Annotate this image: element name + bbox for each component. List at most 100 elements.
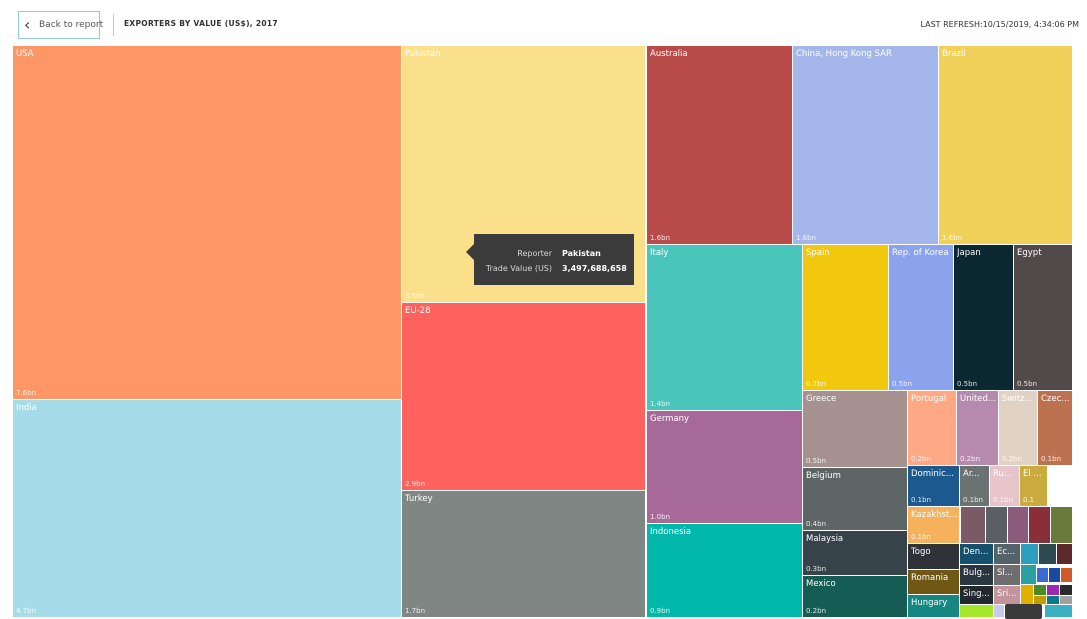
tile-label: USA [16, 49, 34, 59]
treemap-tile-eu-28[interactable]: EU-28 2.9bn [402, 303, 645, 490]
tile-label: Brazil [942, 49, 966, 59]
scroll-handle[interactable] [1005, 604, 1042, 619]
treemap-tile-belgium[interactable]: Belgium 0.4bn [803, 468, 907, 530]
tile-label: Australia [650, 49, 688, 59]
treemap-tile-togo[interactable]: Togo [908, 544, 959, 569]
treemap-tile-australia[interactable]: Australia 1.6bn [647, 46, 792, 244]
tile-value: 0.1 [1023, 496, 1035, 504]
tile-label: Rep. of Korea [892, 248, 949, 258]
tile-label: Sl... [997, 568, 1013, 578]
tile-label: Malaysia [806, 534, 844, 544]
tile-value: 0.5bn [957, 380, 978, 388]
treemap-tile-small[interactable] [1034, 596, 1046, 604]
treemap-tile-kazakhst[interactable]: Kazakhst... 0.1bn [908, 507, 959, 543]
treemap-tile-small[interactable] [1029, 507, 1050, 543]
treemap-tile-small[interactable] [1021, 565, 1036, 584]
tile-label: Sing... [963, 589, 990, 599]
treemap-tile-small[interactable] [960, 605, 993, 617]
tile-value: 0.4bn [806, 520, 827, 528]
treemap-tile-portugal[interactable]: Portugal 0.2bn [908, 391, 956, 465]
tile-label: Romania [911, 573, 949, 583]
data-tooltip: Reporter Pakistan Trade Value (US) 3,497… [466, 234, 634, 285]
treemap-tile-brazil[interactable]: Brazil 1.6bn [939, 46, 1072, 244]
treemap-tile-small[interactable] [1047, 596, 1059, 604]
tile-label: Japan [957, 248, 981, 258]
treemap-tile-india[interactable]: India 4.7bn [13, 400, 401, 617]
tooltip-trade-label: Trade Value (US) [485, 264, 552, 273]
tile-value: 1.7bn [405, 607, 426, 615]
treemap-tile-greece[interactable]: Greece 0.5bn [803, 391, 907, 467]
treemap-tile-small[interactable] [1061, 568, 1072, 582]
treemap-tile-mexico[interactable]: Mexico 0.2bn [803, 576, 907, 617]
treemap-tile-small[interactable] [1060, 596, 1072, 604]
treemap-tile-malaysia[interactable]: Malaysia 0.3bn [803, 531, 907, 575]
treemap-tile-china-hong-kong-sar[interactable]: China, Hong Kong SAR 1.6bn [793, 46, 938, 244]
tile-label: Pakistan [405, 49, 441, 59]
treemap-tile-sl[interactable]: Sl... [994, 565, 1020, 585]
tile-label: Togo [911, 547, 931, 557]
treemap-tile-germany[interactable]: Germany 1.0bn [647, 411, 802, 523]
treemap-tile-united[interactable]: United... 0.2bn [957, 391, 998, 465]
treemap-tile-small[interactable] [1060, 585, 1072, 595]
tile-label: Dominic... [911, 469, 954, 479]
tile-label: United... [960, 394, 996, 404]
treemap-tile-el[interactable]: El ... 0.1 [1020, 466, 1047, 506]
treemap-tile-indonesia[interactable]: Indonesia 0.9bn [647, 524, 802, 617]
treemap-tile-den[interactable]: Den... [960, 544, 993, 564]
treemap-tile-small[interactable] [1045, 605, 1072, 617]
tile-label: China, Hong Kong SAR [796, 49, 892, 59]
tile-value: 0.1bn [911, 533, 932, 541]
treemap-tile-small[interactable] [1021, 544, 1038, 564]
treemap-tile-small[interactable] [961, 507, 985, 543]
tile-label: Hungary [911, 598, 948, 608]
treemap-tile-small[interactable] [986, 507, 1007, 543]
treemap-tile-usa[interactable]: USA 7.6bn [13, 46, 401, 399]
tile-label: Den... [963, 547, 989, 557]
tile-value: 0.1bn [993, 496, 1014, 504]
treemap-tile-bulg[interactable]: Bulg... [960, 565, 993, 585]
tile-value: 0.3bn [806, 565, 827, 573]
tile-value: 3.5bn [405, 292, 426, 300]
treemap-tile-turkey[interactable]: Turkey 1.7bn [402, 491, 645, 617]
treemap-tile-italy[interactable]: Italy 1.4bn [647, 245, 802, 410]
treemap-tile-hungary[interactable]: Hungary [908, 595, 959, 617]
treemap-tile-dominic[interactable]: Dominic... 0.1bn [908, 466, 959, 506]
tile-label: Bulg... [963, 568, 991, 578]
treemap-tile-ru[interactable]: Ru... 0.1bn [990, 466, 1019, 506]
treemap-tile-small[interactable] [1021, 585, 1033, 604]
tooltip-reporter-value: Pakistan [562, 249, 601, 258]
tile-value: 1.6bn [796, 234, 817, 242]
treemap-tile-ec[interactable]: Ec... [994, 544, 1020, 564]
treemap-tile-ar[interactable]: Ar... 0.1bn [960, 466, 989, 506]
tile-value: 0.2bn [806, 607, 827, 615]
treemap-tile-small[interactable] [1037, 568, 1048, 582]
tile-label: Portugal [911, 394, 947, 404]
treemap-tile-small[interactable] [1051, 507, 1072, 543]
treemap-tile-czec[interactable]: Czec... 0.1bn [1038, 391, 1072, 465]
tile-label: Italy [650, 248, 669, 258]
treemap-tile-japan[interactable]: Japan 0.5bn [954, 245, 1013, 390]
treemap-tile-switz[interactable]: Switz... 0.2bn [999, 391, 1037, 465]
tile-value: 1.6bn [650, 234, 671, 242]
treemap-tile-spain[interactable]: Spain 0.7bn [803, 245, 888, 390]
tile-label: Kazakhst... [911, 510, 957, 520]
tile-label: Turkey [405, 494, 433, 504]
tile-label: EU-28 [405, 306, 431, 316]
treemap-tile-rep-of-korea[interactable]: Rep. of Korea 0.5bn [889, 245, 953, 390]
treemap-tile-small[interactable] [994, 605, 1004, 617]
exporters-treemap: USA 7.6bn India 4.7bn Pakistan 3.5bn EU-28 2.9b… [0, 0, 1087, 619]
tile-value: 1.0bn [650, 513, 671, 521]
treemap-tile-small[interactable] [1039, 544, 1056, 564]
treemap-tile-small[interactable] [1008, 507, 1028, 543]
tile-value: 0.5bn [1017, 380, 1038, 388]
treemap-tile-sri[interactable]: Sri... [994, 586, 1020, 604]
treemap-tile-small[interactable] [1057, 544, 1072, 564]
treemap-tile-small[interactable] [1049, 568, 1060, 582]
tile-label: Ar... [963, 469, 980, 479]
treemap-tile-small[interactable] [1034, 585, 1046, 595]
treemap-tile-romania[interactable]: Romania [908, 570, 959, 594]
treemap-tile-sing[interactable]: Sing... [960, 586, 993, 604]
treemap-tile-small[interactable] [1047, 585, 1059, 595]
treemap-tile-egypt[interactable]: Egypt 0.5bn [1014, 245, 1072, 390]
tile-label: Belgium [806, 471, 841, 481]
